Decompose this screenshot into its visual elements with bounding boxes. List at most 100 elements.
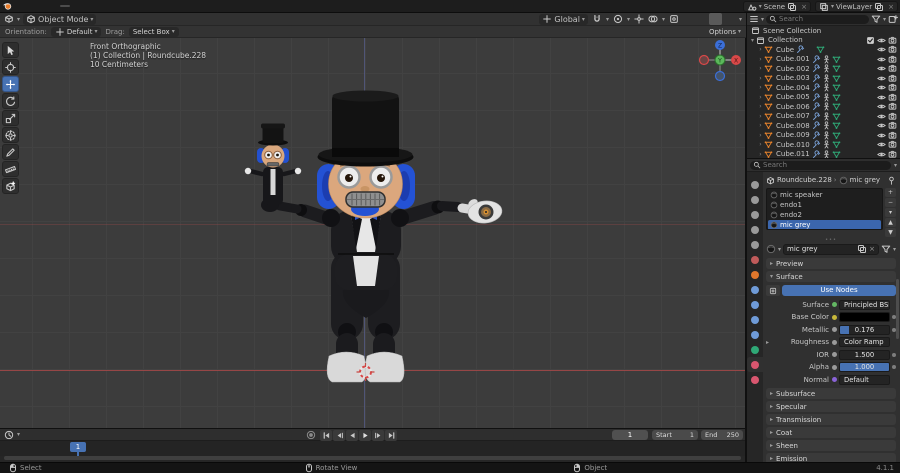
tool-button[interactable] <box>2 127 19 143</box>
options-dropdown[interactable]: Options ▾ <box>709 28 741 36</box>
outliner-object-row[interactable]: › Cube.006 <box>747 102 900 112</box>
workspace-tab[interactable] <box>156 5 166 7</box>
disable-render-icon[interactable] <box>888 74 897 83</box>
property-tab[interactable] <box>747 312 763 327</box>
disable-render-icon[interactable] <box>888 131 897 140</box>
property-value-widget[interactable]: 1.500 <box>839 349 890 360</box>
breadcrumb-material[interactable]: mic grey <box>850 176 880 184</box>
preview-section[interactable]: ▸ Preview <box>766 258 896 269</box>
display-mode-icon[interactable] <box>749 14 759 24</box>
outliner-object-row[interactable]: › Cube.010 <box>747 140 900 150</box>
hide-viewport-icon[interactable] <box>877 150 886 158</box>
timeline-ruler[interactable]: 1 <box>0 441 745 456</box>
viewport-3d[interactable]: Front Orthographic (1) Collection | Roun… <box>0 38 746 428</box>
property-tab[interactable] <box>747 357 763 372</box>
hide-viewport-icon[interactable] <box>877 64 886 73</box>
material-slot[interactable]: endo2 <box>768 210 881 220</box>
decorator-dot[interactable] <box>892 365 896 369</box>
workspace-tab[interactable] <box>192 5 202 7</box>
move-slot-down-button[interactable]: ▼ <box>885 228 896 237</box>
outliner-object-row[interactable]: › Cube.002 <box>747 64 900 74</box>
tool-button[interactable] <box>2 110 19 126</box>
filter-icon[interactable] <box>871 14 881 24</box>
shading-mode-button[interactable] <box>708 13 722 25</box>
show-gizmo-icon[interactable] <box>634 14 644 24</box>
transform-orientation[interactable]: Global ▾ <box>539 13 588 25</box>
hide-viewport-icon[interactable] <box>877 93 886 102</box>
xray-toggle-icon[interactable] <box>669 14 679 24</box>
tool-button[interactable] <box>2 76 19 92</box>
slot-specials-button[interactable]: ▾ <box>885 208 896 217</box>
playback-button[interactable] <box>320 429 332 441</box>
menu-item[interactable] <box>45 2 53 11</box>
disable-render-icon[interactable] <box>888 112 897 121</box>
collapsed-section[interactable]: ▸ Subsurface <box>766 388 896 399</box>
new-scene-icon[interactable] <box>787 2 797 12</box>
outliner-object-row[interactable]: › Cube.003 <box>747 74 900 84</box>
workspace-tab[interactable] <box>168 5 178 7</box>
collapsed-section[interactable]: ▸ Emission <box>766 453 896 462</box>
hide-viewport-icon[interactable] <box>877 74 886 83</box>
material-slot[interactable]: mic grey <box>768 220 881 229</box>
tool-button[interactable] <box>2 59 19 75</box>
hide-viewport-icon[interactable] <box>877 45 886 54</box>
unlink-scene-icon[interactable]: × <box>801 3 807 11</box>
drag-dropdown[interactable]: Select Box ▾ <box>128 26 179 37</box>
move-slot-up-button[interactable]: ▲ <box>885 218 896 227</box>
property-value-widget[interactable]: Color Ramp <box>839 337 890 347</box>
menu-item[interactable] <box>29 2 37 11</box>
nav-icon[interactable] <box>727 120 740 133</box>
property-tab[interactable] <box>747 327 763 342</box>
property-tab[interactable] <box>747 222 763 237</box>
mode-selector[interactable]: Object Mode ▾ <box>23 13 97 25</box>
tool-button[interactable] <box>2 93 19 109</box>
remove-view-layer-icon[interactable]: × <box>888 3 894 11</box>
workspace-tab[interactable] <box>120 5 130 7</box>
property-tab[interactable] <box>747 252 763 267</box>
add-slot-button[interactable]: + <box>885 188 896 197</box>
hide-viewport-icon[interactable] <box>877 112 886 121</box>
disable-render-icon[interactable] <box>888 45 897 54</box>
playback-button[interactable] <box>346 429 358 441</box>
navigation-gizmo[interactable]: Z X Y <box>698 38 742 82</box>
disable-render-icon[interactable] <box>888 83 897 92</box>
disable-render-icon[interactable] <box>888 121 897 130</box>
hide-viewport-icon[interactable] <box>877 102 886 111</box>
material-name-field[interactable]: mic grey × <box>783 243 879 255</box>
playback-button[interactable] <box>385 429 397 441</box>
workspace-tab[interactable] <box>108 5 118 7</box>
workspace-tab[interactable] <box>96 5 106 7</box>
scene-selector[interactable]: ▾ Scene × <box>742 1 811 12</box>
disable-render-icon[interactable] <box>888 140 897 149</box>
tool-button[interactable] <box>2 178 19 194</box>
workspace-tab[interactable] <box>180 5 190 7</box>
collapsed-section[interactable]: ▸ Transmission <box>766 414 896 425</box>
material-browse-icon[interactable] <box>766 244 776 254</box>
expand-icon[interactable]: ▸ <box>766 339 773 346</box>
outliner-object-row[interactable]: › Cube.001 <box>747 55 900 65</box>
disable-render-icon[interactable] <box>888 55 897 64</box>
timeline-scrollbar[interactable] <box>4 456 741 460</box>
hide-viewport-icon[interactable] <box>877 131 886 140</box>
collapsed-section[interactable]: ▸ Coat <box>766 427 896 438</box>
property-value-widget[interactable]: Principled BSDF <box>839 299 890 310</box>
shading-mode-button[interactable] <box>696 13 709 25</box>
scene-collection-row[interactable]: Scene Collection <box>747 26 900 36</box>
view-layer-selector[interactable]: ▾ ViewLayer × <box>814 1 898 12</box>
menu-item[interactable] <box>37 2 45 11</box>
tool-button[interactable] <box>2 144 19 160</box>
workspace-tab[interactable] <box>84 5 94 7</box>
editor-type-icon[interactable] <box>4 14 14 24</box>
character-model[interactable] <box>0 38 746 428</box>
show-overlays-icon[interactable] <box>648 14 658 24</box>
outliner-object-row[interactable]: › Cube.011 <box>747 150 900 158</box>
playback-button[interactable] <box>333 429 345 441</box>
nav-icon[interactable] <box>727 86 740 99</box>
disable-render-icon[interactable] <box>888 102 897 111</box>
property-tab[interactable] <box>747 267 763 282</box>
timeline-editor-icon[interactable] <box>4 430 14 440</box>
menu-item[interactable] <box>13 2 21 11</box>
collection-checkbox[interactable] <box>866 36 875 45</box>
property-tab[interactable] <box>747 282 763 297</box>
hide-viewport-icon[interactable] <box>877 83 886 92</box>
